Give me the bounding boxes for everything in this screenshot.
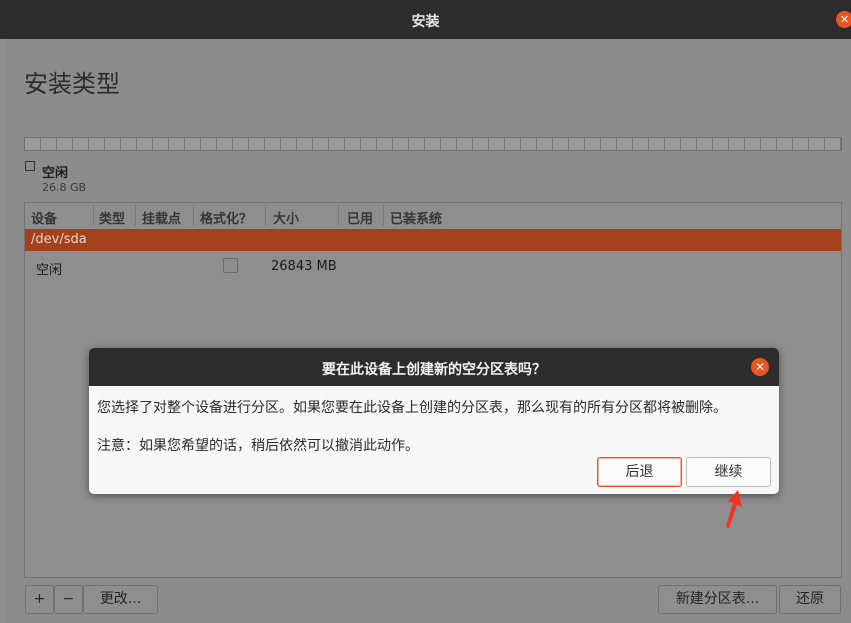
column-header-installed-system[interactable]: 已装系统 xyxy=(390,208,442,227)
column-header-device[interactable]: 设备 xyxy=(31,208,57,227)
back-button[interactable]: 后退 xyxy=(597,457,682,487)
new-partition-table-dialog: 要在此设备上创建新的空分区表吗？ ✕ 您选择了对整个设备进行分区。如果您要在此设… xyxy=(89,348,779,494)
continue-button[interactable]: 继续 xyxy=(686,457,771,487)
window-titlebar: 安装 ✕ xyxy=(0,0,851,39)
annotation-arrow-icon xyxy=(726,490,742,528)
revert-button[interactable]: 还原 xyxy=(779,585,841,614)
column-header-mount-point[interactable]: 挂载点 xyxy=(142,208,181,227)
table-row-device[interactable]: /dev/sda xyxy=(25,229,841,251)
column-separator xyxy=(135,205,136,226)
free-space-label: 空闲 xyxy=(42,166,69,181)
remove-partition-button[interactable]: − xyxy=(54,585,83,614)
page-title: 安装类型 xyxy=(24,70,120,98)
dialog-close-icon[interactable]: ✕ xyxy=(751,358,769,376)
dialog-header: 要在此设备上创建新的空分区表吗？ ✕ xyxy=(89,348,779,386)
window-close-icon[interactable]: ✕ xyxy=(836,11,851,28)
column-separator xyxy=(265,205,266,226)
partition-bar xyxy=(24,137,842,151)
dialog-title: 要在此设备上创建新的空分区表吗？ xyxy=(322,362,546,378)
device-name: /dev/sda xyxy=(31,232,87,247)
column-header-format[interactable]: 格式化？ xyxy=(200,208,252,227)
column-separator xyxy=(383,205,384,226)
column-header-type[interactable]: 类型 xyxy=(99,208,125,227)
column-separator xyxy=(193,205,194,226)
free-space-size: 26.8 GB xyxy=(42,181,87,194)
dialog-note: 注意：如果您希望的话，稍后依然可以撤消此动作。 xyxy=(97,438,419,454)
add-partition-button[interactable]: + xyxy=(25,585,54,614)
column-separator xyxy=(338,205,339,226)
new-partition-table-button[interactable]: 新建分区表... xyxy=(658,585,777,614)
change-partition-button[interactable]: 更改... xyxy=(83,585,158,614)
format-checkbox[interactable] xyxy=(223,258,238,273)
column-header-used[interactable]: 已用 xyxy=(347,208,373,227)
column-header-size[interactable]: 大小 xyxy=(273,208,299,227)
free-space-swatch xyxy=(25,161,35,171)
column-separator xyxy=(93,205,94,226)
window-title: 安装 xyxy=(411,14,440,30)
dialog-message: 您选择了对整个设备进行分区。如果您要在此设备上创建的分区表，那么现有的所有分区都… xyxy=(97,400,727,416)
free-row-size: 26843 MB xyxy=(271,259,337,274)
free-row-device[interactable]: 空闲 xyxy=(36,259,62,278)
